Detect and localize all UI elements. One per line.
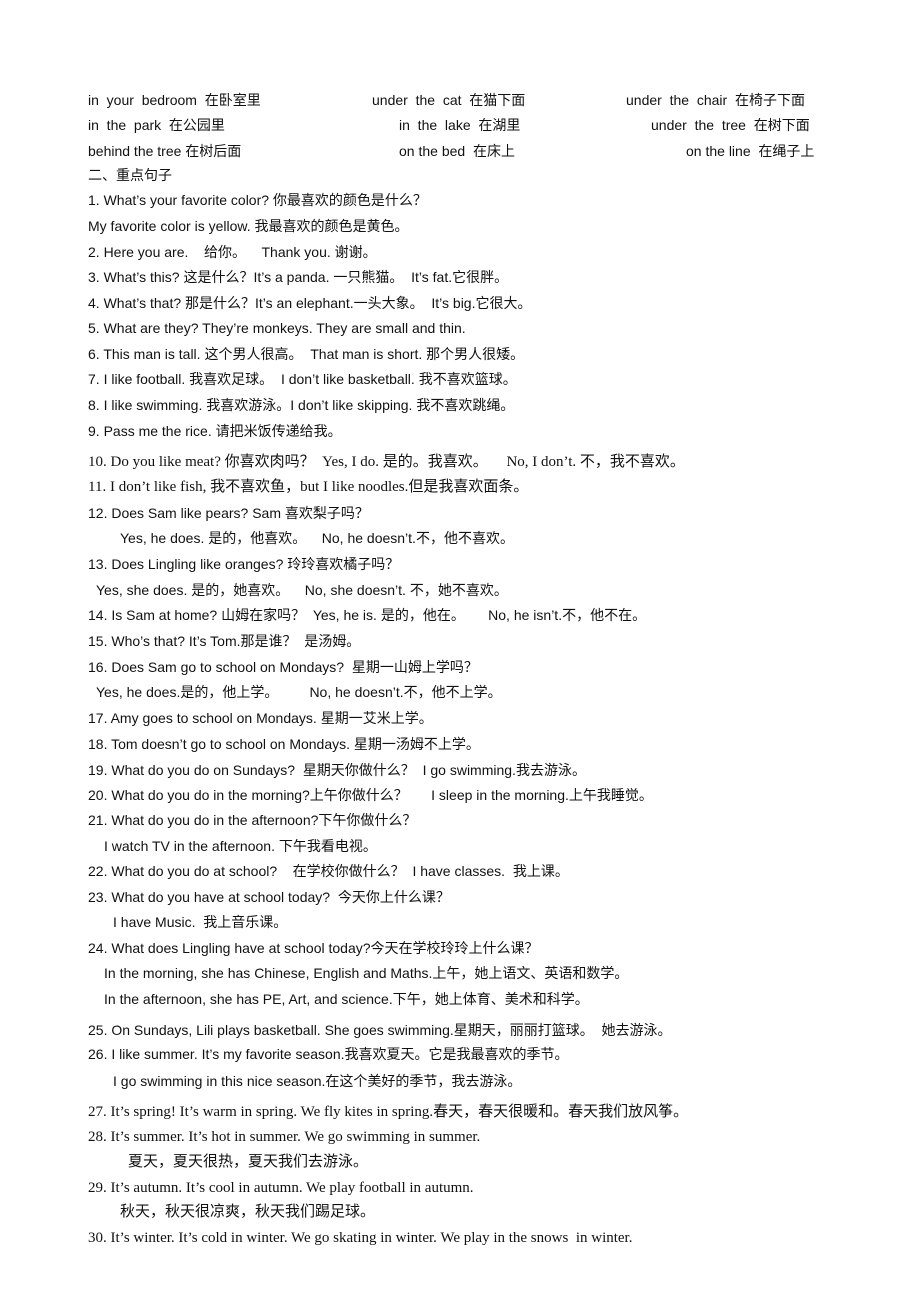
sentence-line: 17. Amy goes to school on Mondays. 星期一艾米… xyxy=(88,710,433,726)
sentence-line: 秋天，秋天很凉爽，秋天我们踢足球。 xyxy=(120,1204,376,1220)
sentence-line: 30. It’s winter. It’s cold in winter. We… xyxy=(88,1230,633,1246)
sentence-line: 25. On Sundays, Lili plays basketball. S… xyxy=(88,1022,672,1038)
sentence-line: 29. It’s autumn. It’s cool in autumn. We… xyxy=(88,1180,474,1196)
phrase-item: in the lake 在湖里 xyxy=(399,117,521,133)
sentence-line: 23. What do you have at school today? 今天… xyxy=(88,889,450,905)
sentence-line: 22. What do you do at school? 在学校你做什么？ I… xyxy=(88,863,569,879)
sentence-line: 7. I like football. 我喜欢足球。 I don’t like … xyxy=(88,371,517,387)
sentence-line: 14. Is Sam at home? 山姆在家吗？ Yes, he is. 是… xyxy=(88,607,647,623)
sentence-line: 5. What are they? They’re monkeys. They … xyxy=(88,320,466,336)
sentence-line: 12. Does Sam like pears? Sam 喜欢梨子吗？ xyxy=(88,505,369,521)
sentence-line: My favorite color is yellow. 我最喜欢的颜色是黄色。 xyxy=(88,218,409,234)
phrase-item: on the bed 在床上 xyxy=(399,143,515,159)
sentence-line: I have Music. 我上音乐课。 xyxy=(113,914,288,930)
section-heading: 二、重点句子 xyxy=(88,167,172,183)
sentence-line: I go swimming in this nice season.在这个美好的… xyxy=(113,1073,522,1089)
phrase-item: in your bedroom 在卧室里 xyxy=(88,92,261,108)
phrase-item: in the park 在公园里 xyxy=(88,117,225,133)
sentence-line: 26. I like summer. It’s my favorite seas… xyxy=(88,1046,569,1062)
sentence-line: 11. I don’t like fish, 我不喜欢鱼，but I like … xyxy=(88,479,529,495)
sentence-line: 19. What do you do on Sundays? 星期天你做什么？ … xyxy=(88,762,586,778)
sentence-line: I watch TV in the afternoon. 下午我看电视。 xyxy=(104,838,377,854)
sentence-line: 3. What’s this? 这是什么？It’s a panda. 一只熊猫。… xyxy=(88,269,509,285)
sentence-line: 夏天，夏天很热，夏天我们去游泳。 xyxy=(128,1154,369,1170)
phrase-item: under the tree 在树下面 xyxy=(651,117,810,133)
sentence-line: 28. It’s summer. It’s hot in summer. We … xyxy=(88,1129,481,1145)
sentence-line: Yes, she does. 是的，她喜欢。 No, she doesn’t. … xyxy=(96,582,508,598)
sentence-line: 16. Does Sam go to school on Mondays? 星期… xyxy=(88,659,478,675)
sentence-line: 10. Do you like meat? 你喜欢肉吗？ Yes, I do. … xyxy=(88,454,685,470)
phrase-item: under the cat 在猫下面 xyxy=(372,92,526,108)
sentence-line: 6. This man is tall. 这个男人很高。 That man is… xyxy=(88,346,525,362)
sentence-line: 21. What do you do in the afternoon?下午你做… xyxy=(88,812,417,828)
sentence-line: 20. What do you do in the morning?上午你做什么… xyxy=(88,787,653,803)
phrase-item: under the chair 在椅子下面 xyxy=(626,92,805,108)
sentence-line: 13. Does Lingling like oranges? 玲玲喜欢橘子吗？ xyxy=(88,556,400,572)
sentence-line: 1. What’s your favorite color? 你最喜欢的颜色是什… xyxy=(88,192,427,208)
sentence-line: 15. Who’s that? It’s Tom.那是谁？ 是汤姆。 xyxy=(88,633,361,649)
sentence-line: 24. What does Lingling have at school to… xyxy=(88,940,539,956)
sentence-line: 4. What’s that? 那是什么？It’s an elephant.一头… xyxy=(88,295,532,311)
sentence-line: In the afternoon, she has PE, Art, and s… xyxy=(104,991,589,1007)
sentence-line: In the morning, she has Chinese, English… xyxy=(104,965,629,981)
sentence-line: 9. Pass me the rice. 请把米饭传递给我。 xyxy=(88,423,342,439)
phrase-item: on the line 在绳子上 xyxy=(686,143,815,159)
sentence-line: 18. Tom doesn’t go to school on Mondays.… xyxy=(88,736,480,752)
sentence-line: Yes, he does. 是的，他喜欢。 No, he doesn’t.不，他… xyxy=(120,530,514,546)
sentence-line: 27. It’s spring! It’s warm in spring. We… xyxy=(88,1104,689,1120)
sentence-line: 2. Here you are. 给你。 Thank you. 谢谢。 xyxy=(88,244,377,260)
sentence-line: 8. I like swimming. 我喜欢游泳。I don’t like s… xyxy=(88,397,515,413)
sentence-line: Yes, he does.是的，他上学。 No, he doesn’t.不，他不… xyxy=(96,684,502,700)
phrase-item: behind the tree 在树后面 xyxy=(88,143,242,159)
